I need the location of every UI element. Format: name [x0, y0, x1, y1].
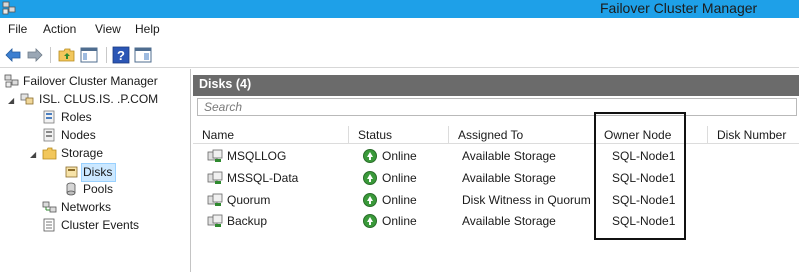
tree-label: Cluster Events	[61, 218, 140, 232]
disk-name-cell: Backup	[207, 210, 267, 232]
owner-node-highlight	[594, 112, 686, 240]
table-row[interactable]: Backup Online Available Storage SQL-Node…	[193, 210, 799, 232]
online-status-icon	[363, 149, 377, 163]
tree-item-cluster[interactable]: ISL. CLUS.IS. .P.COM	[20, 91, 158, 108]
status-text: Online	[382, 193, 417, 207]
back-arrow-icon[interactable]	[4, 46, 22, 64]
help-icon[interactable]: ?	[112, 46, 130, 64]
search-placeholder: Search	[204, 100, 243, 114]
disks-pane: Disks (4) Search Name Status Assigned To…	[193, 69, 799, 272]
tree-label: Failover Cluster Manager	[23, 74, 158, 88]
menu-file[interactable]: File	[8, 22, 27, 36]
column-header-disk-number[interactable]: Disk Number	[707, 126, 799, 144]
disk-icon	[207, 171, 223, 184]
disk-name-cell: Quorum	[207, 189, 270, 211]
tree-label: ISL. CLUS.IS. .P.COM	[39, 92, 159, 106]
disks-icon	[65, 166, 78, 178]
pools-icon	[66, 182, 76, 196]
tree-item-disks[interactable]: Disks	[64, 163, 117, 182]
navigation-tree: Failover Cluster Manager ◢ ISL. CLUS.IS.…	[0, 69, 191, 272]
assigned-to-cell: Available Storage	[462, 171, 556, 185]
tree-label: Networks	[61, 200, 112, 214]
search-input[interactable]: Search	[197, 98, 797, 116]
tree-label: Roles	[61, 110, 92, 124]
cluster-icon	[2, 1, 16, 15]
tree-label: Disks	[81, 163, 117, 182]
toolbar: ?	[0, 42, 799, 68]
tree-label: Nodes	[61, 128, 96, 142]
tree-label: Pools	[83, 182, 114, 196]
disk-name: MSQLLOG	[227, 149, 287, 163]
online-status-icon	[363, 193, 377, 207]
collapse-arrow-icon[interactable]: ◢	[30, 151, 38, 159]
assigned-to-cell: Available Storage	[462, 214, 556, 228]
online-status-icon	[363, 214, 377, 228]
disk-icon	[207, 214, 223, 227]
assigned-to-cell: Disk Witness in Quorum	[462, 193, 591, 207]
disk-icon	[207, 149, 223, 162]
status-text: Online	[382, 171, 417, 185]
tree-item-pools[interactable]: Pools	[64, 181, 113, 198]
disk-name: Backup	[227, 214, 268, 228]
status-cell: Online	[363, 189, 417, 211]
toolbar-separator	[50, 47, 51, 63]
disk-name: MSSQL-Data	[227, 171, 299, 185]
status-text: Online	[382, 149, 417, 163]
column-header-name[interactable]: Name	[193, 126, 345, 144]
tree-item-failover-cluster-manager[interactable]: Failover Cluster Manager	[4, 73, 158, 90]
status-cell: Online	[363, 167, 417, 189]
folder-up-icon[interactable]	[58, 46, 76, 64]
cluster-manager-icon	[4, 74, 19, 88]
show-hide-tree-icon[interactable]	[80, 46, 98, 64]
table-row[interactable]: MSQLLOG Online Available Storage SQL-Nod…	[193, 145, 799, 167]
cluster-events-icon	[43, 218, 55, 232]
forward-arrow-icon[interactable]	[26, 46, 44, 64]
tree-item-networks[interactable]: Networks	[42, 199, 111, 216]
storage-icon	[42, 147, 57, 160]
menu-help[interactable]: Help	[135, 22, 160, 36]
action-pane-icon[interactable]	[134, 46, 152, 64]
column-header-assigned-to[interactable]: Assigned To	[448, 126, 594, 144]
column-header-status[interactable]: Status	[348, 126, 448, 144]
cluster-icon	[20, 93, 34, 105]
window-title: Failover Cluster Manager	[600, 0, 758, 16]
svg-text:?: ?	[117, 48, 125, 63]
status-text: Online	[382, 214, 417, 228]
tree-label: Storage	[61, 146, 104, 160]
column-headers: Name Status Assigned To Owner Node Disk …	[193, 126, 799, 144]
networks-icon	[42, 201, 57, 213]
collapse-arrow-icon[interactable]: ◢	[8, 97, 16, 105]
tree-item-storage[interactable]: Storage	[42, 145, 103, 162]
title-bar: Failover Cluster Manager	[0, 0, 799, 18]
disk-name-cell: MSSQL-Data	[207, 167, 298, 189]
roles-icon	[43, 110, 55, 124]
assigned-to-cell: Available Storage	[462, 149, 556, 163]
menu-action[interactable]: Action	[43, 22, 76, 36]
disk-name: Quorum	[227, 193, 271, 207]
tree-item-nodes[interactable]: Nodes	[42, 127, 96, 144]
online-status-icon	[363, 171, 377, 185]
table-row[interactable]: MSSQL-Data Online Available Storage SQL-…	[193, 167, 799, 189]
menu-view[interactable]: View	[95, 22, 121, 36]
status-cell: Online	[363, 145, 417, 167]
menu-bar: File Action View Help	[0, 18, 799, 42]
table-row[interactable]: Quorum Online Disk Witness in Quorum SQL…	[193, 189, 799, 211]
disk-icon	[207, 193, 223, 206]
tree-item-cluster-events[interactable]: Cluster Events	[42, 217, 139, 234]
pane-header: Disks (4)	[193, 75, 799, 96]
pane-title: Disks (4)	[199, 77, 252, 91]
tree-item-roles[interactable]: Roles	[42, 109, 92, 126]
toolbar-separator	[106, 47, 107, 63]
status-cell: Online	[363, 210, 417, 232]
nodes-icon	[43, 128, 55, 142]
disk-name-cell: MSQLLOG	[207, 145, 286, 167]
